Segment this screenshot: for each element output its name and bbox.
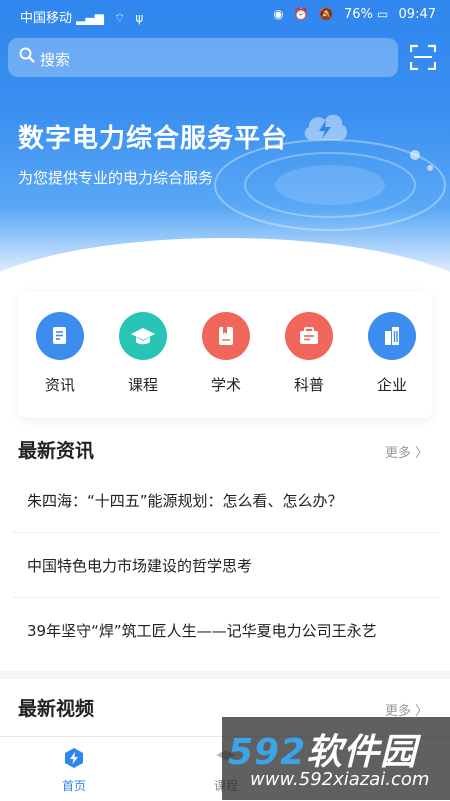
- building-icon: [368, 312, 416, 360]
- home-icon: [63, 747, 85, 769]
- usb-icon: ψ: [135, 11, 144, 25]
- document-icon: [36, 312, 84, 360]
- category-enterprise[interactable]: 企业: [352, 312, 432, 395]
- category-news[interactable]: 资讯: [20, 312, 100, 395]
- section-title: 最新视频: [18, 698, 95, 720]
- battery-icon: ▭: [377, 7, 389, 21]
- banner-title: 数字电力综合服务平台: [18, 124, 289, 154]
- watermark-logo: 592软件园 www.592xiazai.com: [222, 717, 450, 800]
- news-item[interactable]: 中国特色电力市场建设的哲学思考: [12, 533, 440, 598]
- more-link[interactable]: 更多〉: [381, 442, 428, 461]
- category-grid: 资讯 课程 学术 科普 企业: [18, 292, 432, 418]
- mute-icon: 🔕: [318, 7, 334, 21]
- latest-news-header: 最新资讯 更多〉: [18, 436, 432, 466]
- chevron-right-icon: 〉: [414, 446, 428, 461]
- search-input[interactable]: 搜索: [8, 38, 398, 77]
- news-item[interactable]: 朱四海：“十四五”能源规划：怎么看、怎么办？: [12, 468, 440, 533]
- clock: 09:47: [398, 7, 436, 22]
- news-item[interactable]: 39年坚守“焊”筑工匠人生——记华夏电力公司王永艺: [12, 598, 440, 662]
- wifi-icon: ⌔: [113, 11, 126, 25]
- carrier-label: 中国移动: [20, 11, 73, 26]
- section-divider: [0, 671, 450, 679]
- news-title: 中国特色电力市场建设的哲学思考: [27, 557, 253, 575]
- news-title: 39年坚守“焊”筑工匠人生——记华夏电力公司王永艺: [27, 622, 377, 640]
- tab-label: 首页: [61, 779, 86, 793]
- briefcase-icon: [285, 312, 333, 360]
- section-title: 最新资讯: [18, 440, 95, 462]
- search-placeholder: 搜索: [40, 51, 71, 69]
- banner-area: 中国移动 ▂▄▆ ⌔ ψ ◉ ⏰ 🔕 76% ▭ 09:47 搜索 数字电力综合…: [0, 0, 450, 278]
- category-course[interactable]: 课程: [103, 312, 183, 395]
- book-icon: [202, 312, 250, 360]
- signal-icon: ▂▄▆: [76, 11, 104, 25]
- alarm-icon: ⏰: [293, 7, 309, 21]
- category-label: 科普: [293, 376, 324, 394]
- battery-percent: 76%: [344, 7, 373, 22]
- category-label: 学术: [210, 376, 241, 394]
- banner-subtitle: 为您提供专业的电力综合服务: [18, 169, 214, 187]
- category-label: 课程: [127, 376, 158, 394]
- category-label: 企业: [376, 376, 407, 394]
- scan-icon[interactable]: [409, 44, 437, 71]
- cloud-lightning-icon: [300, 106, 350, 150]
- news-title: 朱四海：“十四五”能源规划：怎么看、怎么办？: [27, 492, 343, 510]
- status-bar: 中国移动 ▂▄▆ ⌔ ψ ◉ ⏰ 🔕 76% ▭ 09:47: [0, 0, 450, 30]
- category-science[interactable]: 科普: [269, 312, 349, 395]
- graduation-cap-icon: [119, 312, 167, 360]
- tab-home[interactable]: 首页: [44, 747, 104, 794]
- eye-icon: ◉: [273, 7, 284, 21]
- category-academic[interactable]: 学术: [186, 312, 266, 395]
- search-icon: [19, 47, 35, 67]
- category-label: 资讯: [44, 376, 75, 394]
